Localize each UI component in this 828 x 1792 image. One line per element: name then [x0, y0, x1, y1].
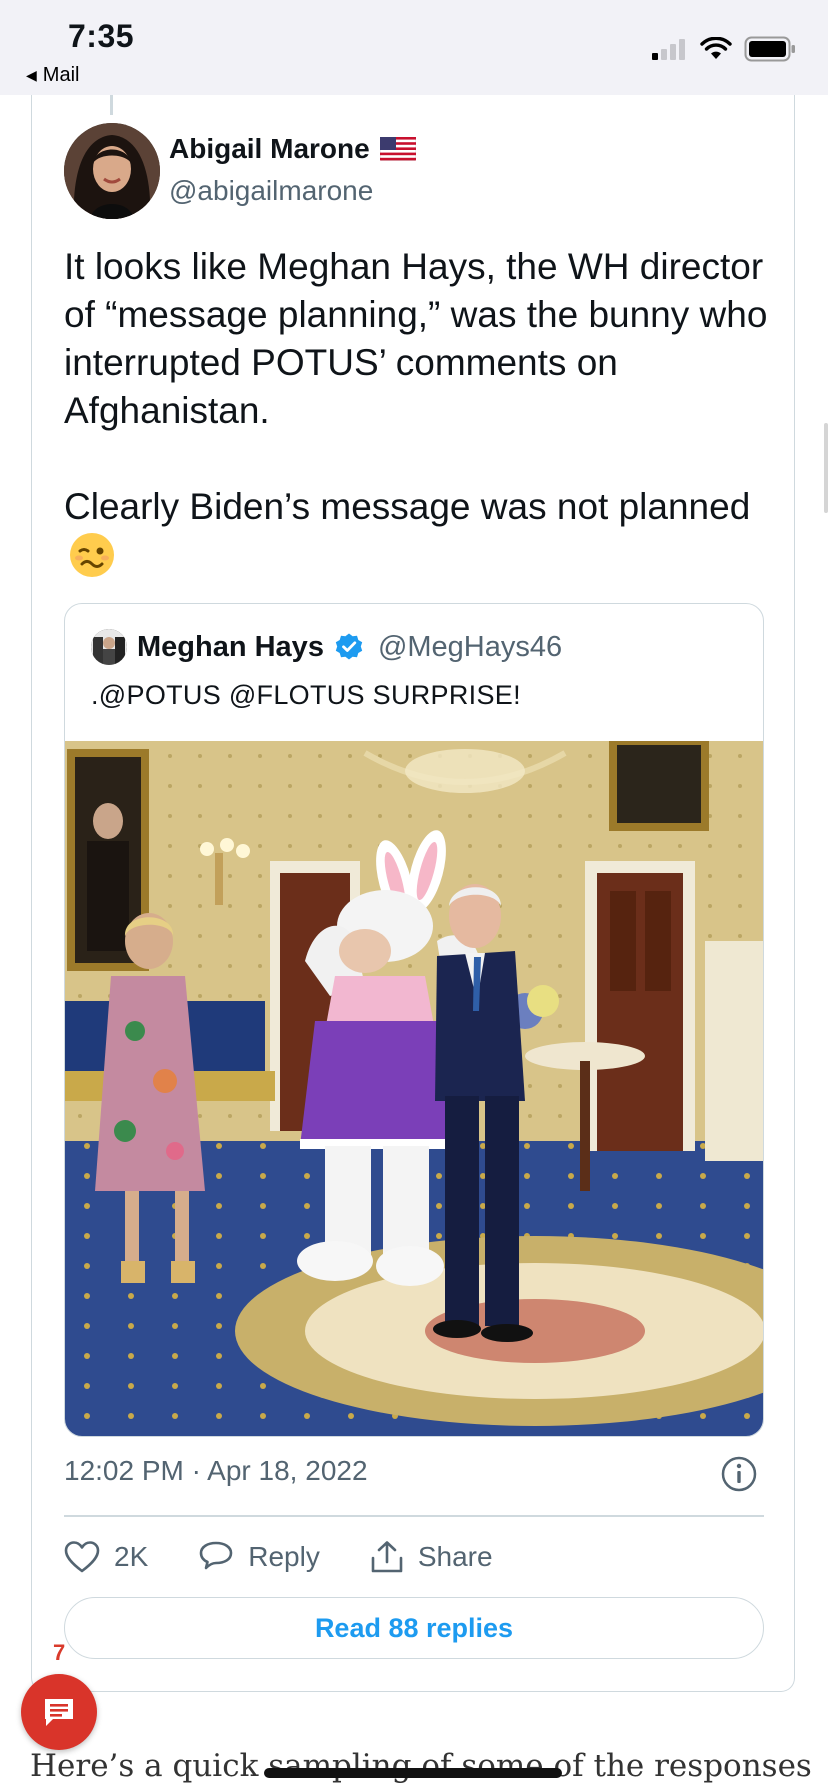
cellular-signal-icon	[652, 39, 685, 60]
status-bar: 7:35 ◀ Mail	[0, 0, 828, 95]
battery-icon	[744, 36, 795, 62]
author-avatar[interactable]	[64, 123, 160, 219]
share-label: Share	[417, 1541, 493, 1572]
divider	[64, 1515, 764, 1517]
share-button[interactable]: Share	[370, 1540, 493, 1574]
us-flag-icon	[379, 137, 416, 161]
home-indicator[interactable]	[264, 1768, 562, 1778]
back-arrow-icon: ◀	[26, 67, 37, 83]
quoted-tweet[interactable]: Meghan Hays @MegHays46 .@POTUS @FLOTUS S…	[64, 603, 764, 1437]
woozy-face-icon	[70, 533, 114, 577]
quoted-tweet-text: .@POTUS @FLOTUS SURPRISE!	[91, 680, 521, 710]
author-name-text: Abigail Marone	[169, 133, 370, 164]
tweet-text-body: It looks like Meghan Hays, the WH direct…	[64, 246, 768, 527]
info-icon	[721, 1456, 757, 1492]
thread-connector-line	[110, 95, 113, 115]
read-replies-button[interactable]: Read 88 replies	[64, 1597, 764, 1659]
status-time: 7:35	[68, 18, 135, 54]
article-paragraph: Here’s a quick sampling of some of the r…	[30, 1748, 812, 1784]
quoted-author-handle[interactable]: @MegHays46	[378, 631, 562, 664]
heart-icon	[64, 1541, 100, 1573]
info-button[interactable]	[720, 1455, 758, 1493]
tweet-actions: 2K Reply Share	[64, 1535, 543, 1579]
share-icon	[371, 1541, 403, 1573]
wifi-icon	[700, 37, 732, 59]
back-to-mail-button[interactable]: ◀ Mail	[26, 64, 79, 87]
quoted-author-avatar[interactable]	[91, 629, 127, 665]
back-app-label: Mail	[42, 64, 80, 86]
verified-badge-icon	[335, 633, 363, 660]
comments-button[interactable]	[21, 1674, 97, 1750]
author-name[interactable]: Abigail Marone	[169, 133, 416, 165]
like-count: 2K	[114, 1541, 149, 1572]
quoted-tweet-header: Meghan Hays @MegHays46	[91, 629, 562, 665]
like-button[interactable]: 2K	[64, 1540, 148, 1574]
scroll-indicator[interactable]	[824, 423, 828, 513]
quoted-tweet-photo[interactable]	[65, 741, 763, 1436]
status-icons	[652, 36, 796, 62]
reply-bubble-icon	[199, 1541, 233, 1570]
tweet-text: It looks like Meghan Hays, the WH direct…	[64, 243, 774, 581]
tweet-timestamp[interactable]: 12:02 PM · Apr 18, 2022	[64, 1455, 368, 1487]
quoted-author-name[interactable]: Meghan Hays	[137, 631, 324, 664]
author-handle[interactable]: @abigailmarone	[169, 175, 373, 207]
reply-button[interactable]: Reply	[198, 1540, 320, 1574]
reply-label: Reply	[248, 1541, 320, 1572]
comment-count-badge: 7	[53, 1640, 66, 1665]
comment-icon	[45, 1699, 73, 1726]
